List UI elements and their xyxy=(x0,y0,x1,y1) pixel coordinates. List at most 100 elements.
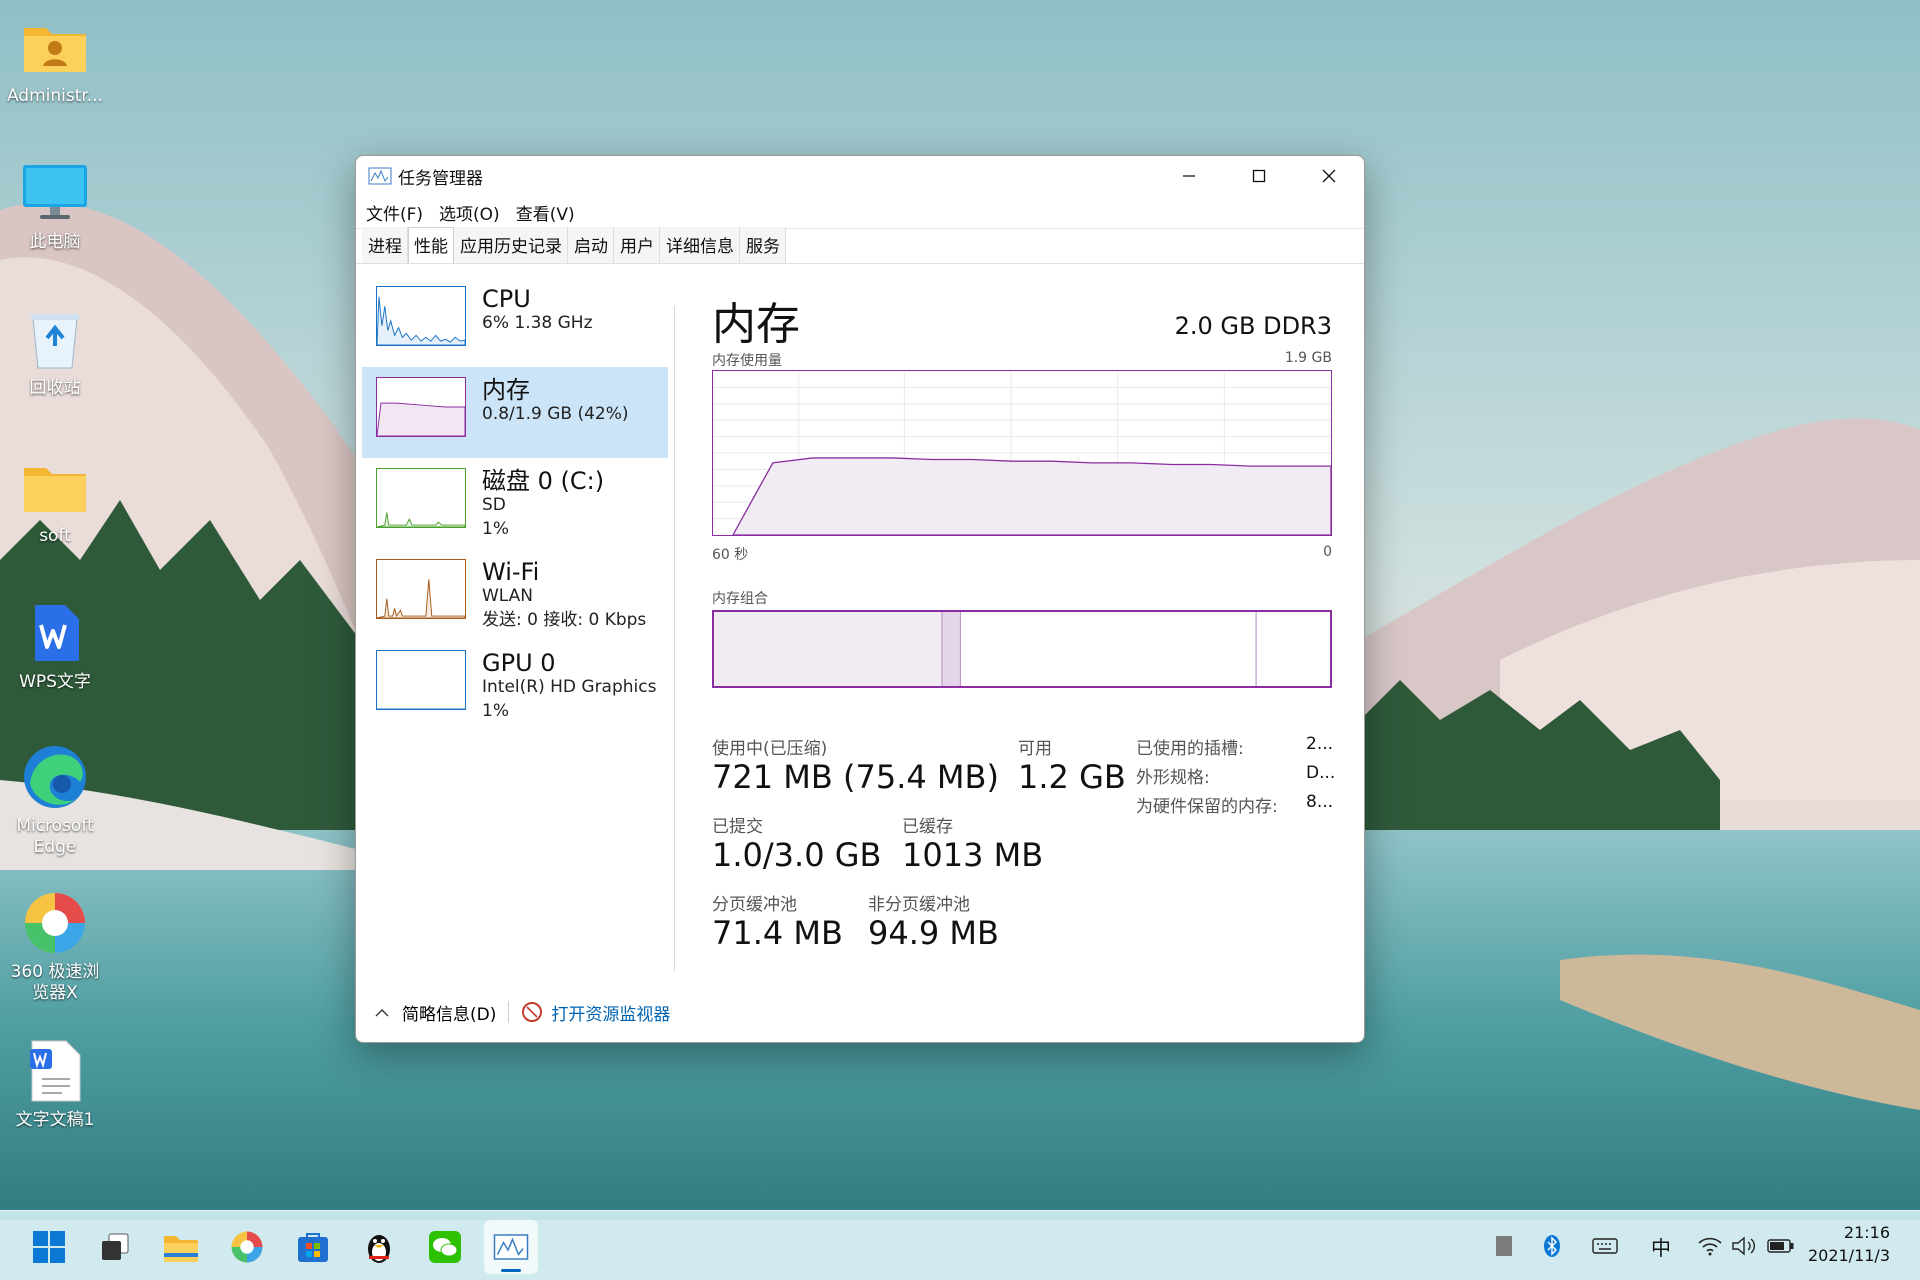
touch-keyboard-button[interactable] xyxy=(1588,1231,1622,1261)
available-value: 1.2 GB xyxy=(1018,758,1126,796)
paged-pool-value: 71.4 MB xyxy=(712,914,843,952)
wps-writer-icon xyxy=(20,598,90,668)
microsoft-store-icon xyxy=(298,1233,328,1262)
tab-app-history[interactable]: 应用历史记录 xyxy=(454,227,568,263)
chevron-up-icon[interactable] xyxy=(374,1006,390,1018)
window-footer: 简略信息(D) 打开资源监视器 xyxy=(356,982,1364,1042)
desktop-icon-label: Administr... xyxy=(6,86,104,106)
memory-spec: 2.0 GB DDR3 xyxy=(1174,312,1332,340)
desktop-icon-user-folder[interactable]: Administr... xyxy=(0,12,110,107)
resource-monitor-icon xyxy=(522,1002,543,1022)
menu-file[interactable]: 文件(F) xyxy=(366,198,433,227)
nonpaged-pool-label: 非分页缓冲池 xyxy=(868,895,970,915)
maximize-icon xyxy=(1252,169,1266,183)
clock[interactable]: 21:16 2021/11/3 xyxy=(1808,1221,1890,1267)
tab-details[interactable]: 详细信息 xyxy=(660,227,740,263)
usage-max: 1.9 GB xyxy=(1284,350,1332,366)
task-view-button[interactable] xyxy=(88,1220,142,1274)
start-button[interactable] xyxy=(22,1220,76,1274)
360-browser-icon xyxy=(20,888,90,958)
cached-value: 1013 MB xyxy=(902,836,1044,874)
close-button[interactable] xyxy=(1294,156,1364,196)
desktop-icon-360-browser[interactable]: 360 极速浏览器X xyxy=(0,888,110,1005)
desktop-icon-document[interactable]: 文字文稿1 xyxy=(0,1036,110,1131)
volume-button[interactable] xyxy=(1728,1231,1760,1261)
open-resource-monitor-link[interactable]: 打开资源监视器 xyxy=(551,1000,670,1025)
disk-name: 磁盘 0 (C:) xyxy=(482,467,605,495)
qq-button[interactable] xyxy=(352,1220,406,1274)
user-folder-icon xyxy=(20,12,90,82)
hardware-reserved-value: 8... xyxy=(1306,792,1334,812)
store-button[interactable] xyxy=(286,1220,340,1274)
cpu-name: CPU xyxy=(482,285,531,313)
desktop-icon-recycle-bin[interactable]: 回收站 xyxy=(0,304,110,399)
tab-startup[interactable]: 启动 xyxy=(568,227,614,263)
wechat-button[interactable] xyxy=(418,1220,472,1274)
memory-name: 内存 xyxy=(482,376,530,404)
gpu-name: GPU 0 xyxy=(482,649,556,677)
task-manager-window: 任务管理器 文件(F) 选项(O) 查看(V) 进程 性能 应用历史记录 启动 … xyxy=(355,155,1365,1043)
tab-users[interactable]: 用户 xyxy=(614,227,660,263)
qq-penguin-icon xyxy=(368,1235,390,1263)
disk-text: 磁盘 0 (C:) SD 1% xyxy=(482,468,604,542)
monitor-icon xyxy=(20,158,90,228)
panel-divider xyxy=(674,306,675,971)
gpu-model: Intel(R) HD Graphics xyxy=(482,677,657,698)
tab-strip: 进程 性能 应用历史记录 启动 用户 详细信息 服务 xyxy=(356,227,1364,264)
maximize-button[interactable] xyxy=(1224,156,1294,196)
tab-performance[interactable]: 性能 xyxy=(408,227,454,263)
fewer-details-button[interactable]: 简略信息(D) xyxy=(402,1000,496,1025)
task-manager-taskbar-button[interactable] xyxy=(484,1220,538,1274)
speaker-icon xyxy=(1732,1236,1755,1256)
task-manager-app-icon xyxy=(368,167,392,185)
cpu-usage: 6% 1.38 GHz xyxy=(482,313,593,334)
memory-composition-bar xyxy=(712,610,1332,688)
minimize-button[interactable] xyxy=(1154,156,1224,196)
desktop-icon-soft-folder[interactable]: soft xyxy=(0,452,110,547)
cached-label: 已缓存 xyxy=(902,817,953,837)
committed-value: 1.0/3.0 GB xyxy=(712,836,882,874)
menu-options[interactable]: 选项(O) xyxy=(439,198,510,227)
resource-item-cpu[interactable]: CPU 6% 1.38 GHz xyxy=(362,276,668,367)
resource-item-wifi[interactable]: Wi-Fi WLAN 发送: 0 接收: 0 Kbps xyxy=(362,549,668,640)
clock-time: 21:16 xyxy=(1843,1223,1890,1242)
desktop-icon-label: 此电脑 xyxy=(29,232,81,252)
desktop-icon-label: 回收站 xyxy=(29,378,81,398)
menu-view[interactable]: 查看(V) xyxy=(516,198,585,227)
usage-label: 内存使用量 xyxy=(712,353,782,369)
disk-type: SD xyxy=(482,495,506,516)
resource-item-disk[interactable]: 磁盘 0 (C:) SD 1% xyxy=(362,458,668,549)
performance-content: CPU 6% 1.38 GHz 内存 0.8/1.9 GB (42%) 磁盘 0… xyxy=(356,266,1364,1042)
bluetooth-button[interactable] xyxy=(1538,1231,1566,1261)
gpu-usage: 1% xyxy=(482,701,509,722)
desktop-icon-wps[interactable]: WPS文字 xyxy=(0,598,110,693)
desktop-icon-this-pc[interactable]: 此电脑 xyxy=(0,158,110,253)
file-explorer-icon xyxy=(164,1236,198,1262)
network-button[interactable] xyxy=(1694,1231,1726,1261)
360-browser-taskbar-button[interactable] xyxy=(220,1220,274,1274)
edge-browser-icon xyxy=(20,742,90,812)
resource-item-memory[interactable]: 内存 0.8/1.9 GB (42%) xyxy=(362,367,668,458)
title-bar[interactable]: 任务管理器 xyxy=(356,156,1364,196)
file-explorer-button[interactable] xyxy=(154,1220,208,1274)
tab-services[interactable]: 服务 xyxy=(740,227,786,263)
disk-thumbnail-graph xyxy=(376,468,466,528)
memory-thumbnail-graph xyxy=(376,377,466,437)
tab-processes[interactable]: 进程 xyxy=(362,227,408,263)
desktop-icon-edge[interactable]: Microsoft Edge xyxy=(0,742,110,859)
bluetooth-icon xyxy=(1544,1235,1560,1257)
in-use-value: 721 MB (75.4 MB) xyxy=(712,758,999,796)
desktop-icon-label: WPS文字 xyxy=(19,672,91,692)
ime-indicator[interactable]: 中 xyxy=(1644,1231,1678,1261)
resource-item-gpu[interactable]: GPU 0 Intel(R) HD Graphics 1% xyxy=(362,640,668,731)
minimize-icon xyxy=(1183,175,1195,177)
wifi-thumbnail-graph xyxy=(376,559,466,619)
memory-text: 内存 0.8/1.9 GB (42%) xyxy=(482,377,629,427)
wechat-icon xyxy=(429,1231,461,1263)
nonpaged-pool-value: 94.9 MB xyxy=(868,914,999,952)
committed-label: 已提交 xyxy=(712,817,763,837)
hardware-reserved-label: 为硬件保留的内存: xyxy=(1136,797,1278,817)
tray-notes-button[interactable] xyxy=(1490,1231,1518,1261)
battery-button[interactable] xyxy=(1764,1231,1798,1261)
resource-list: CPU 6% 1.38 GHz 内存 0.8/1.9 GB (42%) 磁盘 0… xyxy=(362,276,668,731)
